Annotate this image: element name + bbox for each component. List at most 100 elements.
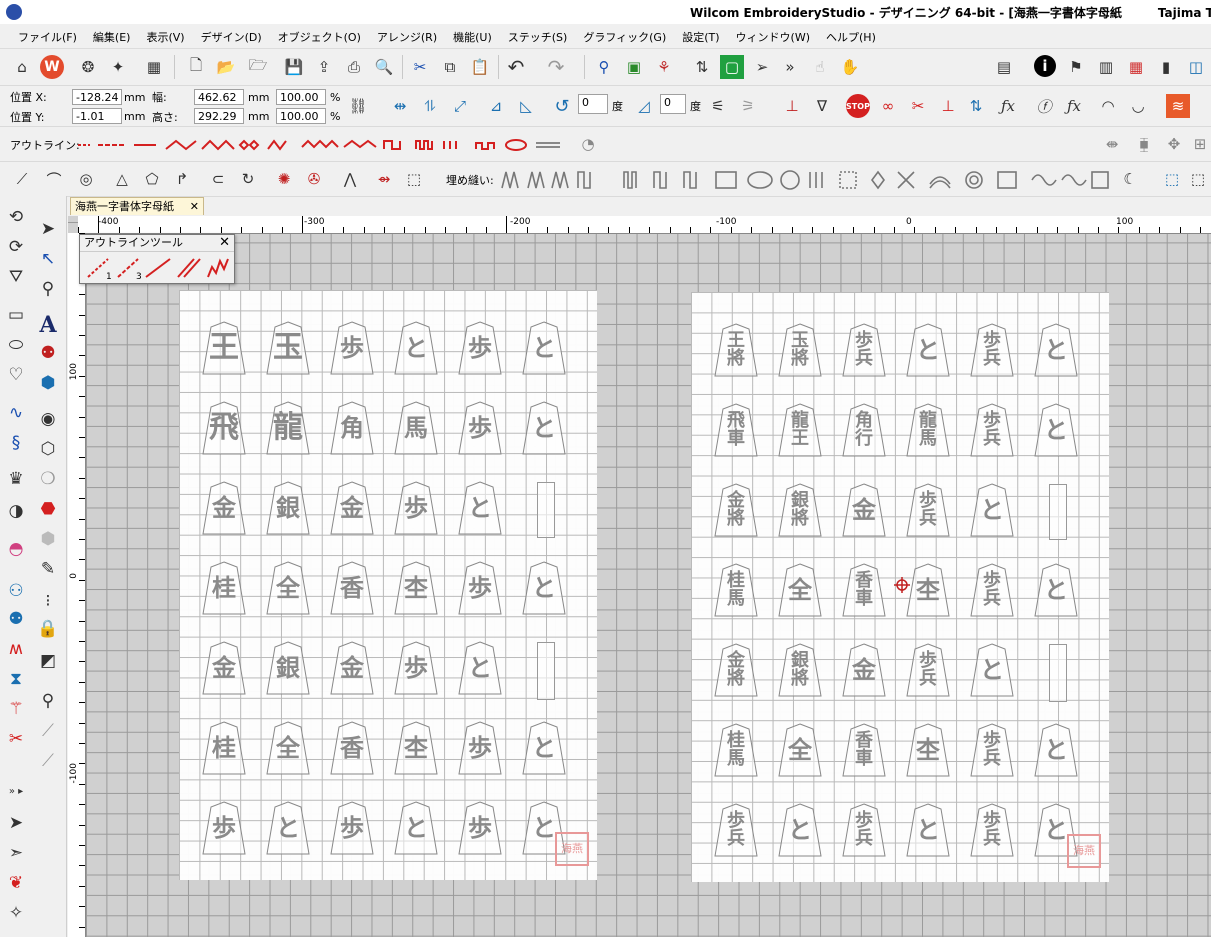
shogi-piece[interactable]: 香	[329, 560, 375, 616]
lock-proportion-icon[interactable]: ⛓	[346, 94, 370, 118]
effects-icon[interactable]: ≋	[1166, 94, 1190, 118]
brush-alt-icon[interactable]: ⟋	[35, 748, 61, 774]
stitch-edit-icon[interactable]: ⚲	[35, 276, 61, 302]
shogi-piece[interactable]: 香車	[841, 562, 887, 618]
mirror-diagonal-icon[interactable]: ⤢	[448, 94, 472, 118]
undo-icon[interactable]: ↶	[504, 55, 528, 79]
scale-width-field[interactable]: 100.00	[276, 89, 326, 105]
open-icon[interactable]: 📂	[214, 55, 238, 79]
shogi-piece[interactable]: と	[521, 720, 567, 776]
digitize-shape-icon[interactable]: ⛛	[3, 264, 29, 290]
select-object-icon[interactable]: ➤	[35, 216, 61, 242]
shogi-piece[interactable]: 杢	[905, 722, 951, 778]
shogi-piece[interactable]: 杢	[905, 562, 951, 618]
width-field[interactable]: 462.62	[194, 89, 244, 105]
grab-icon[interactable]: ✋	[838, 55, 862, 79]
moon-fill-icon[interactable]: ☾	[1118, 167, 1142, 191]
knife-icon[interactable]: ⚲	[35, 688, 61, 714]
shogi-piece[interactable]: 歩兵	[969, 322, 1015, 378]
shogi-piece[interactable]: 飛	[201, 400, 247, 456]
mirror-tools-icon[interactable]: ⇼	[1100, 132, 1124, 156]
brush-icon[interactable]: ⟋	[35, 718, 61, 744]
shogi-piece[interactable]: 全	[777, 722, 823, 778]
blank-piece-slot[interactable]	[1049, 484, 1067, 540]
group-icon[interactable]: ⚑	[1064, 55, 1088, 79]
shogi-piece[interactable]: 全	[265, 720, 311, 776]
lock-icon[interactable]: 🔒	[35, 616, 61, 642]
shogi-piece[interactable]: 金將	[713, 642, 759, 698]
trim-icon[interactable]: ✂	[906, 94, 930, 118]
shogi-piece[interactable]: 香車	[841, 722, 887, 778]
shogi-piece[interactable]: 玉將	[777, 322, 823, 378]
wand-icon[interactable]: ✦	[106, 55, 130, 79]
menu-item[interactable]: アレンジ(R)	[369, 29, 445, 45]
arrow-tool-icon[interactable]: ⇴	[372, 167, 396, 191]
shogi-piece[interactable]: 歩兵	[969, 722, 1015, 778]
team-names-icon[interactable]: ⚉	[35, 340, 61, 366]
menu-item[interactable]: 設定(T)	[674, 29, 727, 45]
shogi-piece[interactable]: 杢	[393, 560, 439, 616]
copy-icon[interactable]: ⧉	[438, 55, 462, 79]
shogi-piece[interactable]: 龍馬	[905, 402, 951, 458]
close-tab-icon[interactable]: ✕	[190, 198, 199, 216]
transfer-icon[interactable]: ⇅	[690, 55, 714, 79]
shogi-piece[interactable]: と	[393, 800, 439, 856]
monogram-icon[interactable]: ◑	[3, 498, 29, 524]
shogi-piece[interactable]: 銀將	[777, 482, 823, 538]
blank-piece-slot[interactable]	[537, 482, 555, 538]
shogi-piece[interactable]: と	[521, 320, 567, 376]
shogi-piece[interactable]: 歩	[393, 640, 439, 696]
shogi-piece[interactable]: と	[521, 560, 567, 616]
skew-left-icon[interactable]: ⊿	[484, 94, 508, 118]
shogi-piece[interactable]: 歩兵	[713, 802, 759, 858]
bend-icon[interactable]: ↱	[170, 167, 194, 191]
target-icon[interactable]: ◉	[35, 406, 61, 432]
stitch-red-icon[interactable]: ʍ	[3, 636, 29, 662]
shogi-piece[interactable]: 歩	[457, 560, 503, 616]
rectangle-tool-icon[interactable]: ▭	[3, 302, 29, 328]
shogi-piece[interactable]: 歩	[393, 480, 439, 536]
reshape-disabled-icon[interactable]: ⚞	[736, 94, 760, 118]
fill-styles-icon[interactable]	[498, 168, 1148, 192]
outline-triple-icon[interactable]	[117, 258, 139, 278]
blank-piece-slot[interactable]	[537, 642, 555, 700]
shogi-piece[interactable]: 玉	[265, 320, 311, 376]
shogi-piece[interactable]: 龍	[265, 400, 311, 456]
distribute-icon[interactable]: ✥	[1162, 132, 1186, 156]
view-options-icon[interactable]: ▤	[992, 55, 1016, 79]
menu-item[interactable]: デザイン(D)	[193, 29, 270, 45]
shogi-piece[interactable]: 桂	[201, 720, 247, 776]
shogi-piece[interactable]: 歩	[457, 800, 503, 856]
shape-combine-icon[interactable]: ◩	[35, 648, 61, 674]
pos-y-field[interactable]: -1.01	[72, 108, 122, 124]
select-dashed-icon[interactable]: ⬚	[1186, 167, 1210, 191]
shogi-piece[interactable]: 金	[329, 480, 375, 536]
star-icon[interactable]: ✺	[272, 167, 296, 191]
shogi-piece[interactable]: 歩	[457, 720, 503, 776]
grid-tool-icon[interactable]: ⊞	[1188, 132, 1211, 156]
tie-icon[interactable]: ∞	[876, 94, 900, 118]
shogi-piece[interactable]: 金	[329, 640, 375, 696]
star-arrow-icon[interactable]: ✧	[3, 900, 29, 926]
shogi-piece[interactable]: 桂馬	[713, 562, 759, 618]
shogi-piece[interactable]: 馬	[393, 400, 439, 456]
hexagon-outline-icon[interactable]: ⬡	[35, 436, 61, 462]
start-end-icon[interactable]: ⊥	[780, 94, 804, 118]
shogi-piece[interactable]: 歩兵	[841, 802, 887, 858]
shogi-piece[interactable]: 金	[201, 640, 247, 696]
select-point-icon[interactable]: ↖	[35, 246, 61, 272]
shogi-piece[interactable]: と	[393, 320, 439, 376]
close-panel-icon[interactable]: ✕	[219, 235, 230, 250]
export-icon[interactable]: ⇪	[312, 55, 336, 79]
wheel-icon[interactable]: ✇	[302, 167, 326, 191]
point-icon[interactable]: ⟋	[10, 167, 34, 191]
reshape-arrow-icon[interactable]: ➣	[3, 840, 29, 866]
node-edit-icon[interactable]: ⋀	[338, 167, 362, 191]
shogi-piece[interactable]: 歩兵	[841, 322, 887, 378]
stop-icon[interactable]: STOP	[846, 94, 870, 118]
blank-piece-slot[interactable]	[1049, 644, 1067, 702]
shogi-piece[interactable]: 王	[201, 320, 247, 376]
menu-item[interactable]: ステッチ(S)	[500, 29, 576, 45]
shogi-piece[interactable]: 香	[329, 720, 375, 776]
shogi-piece[interactable]: と	[521, 400, 567, 456]
